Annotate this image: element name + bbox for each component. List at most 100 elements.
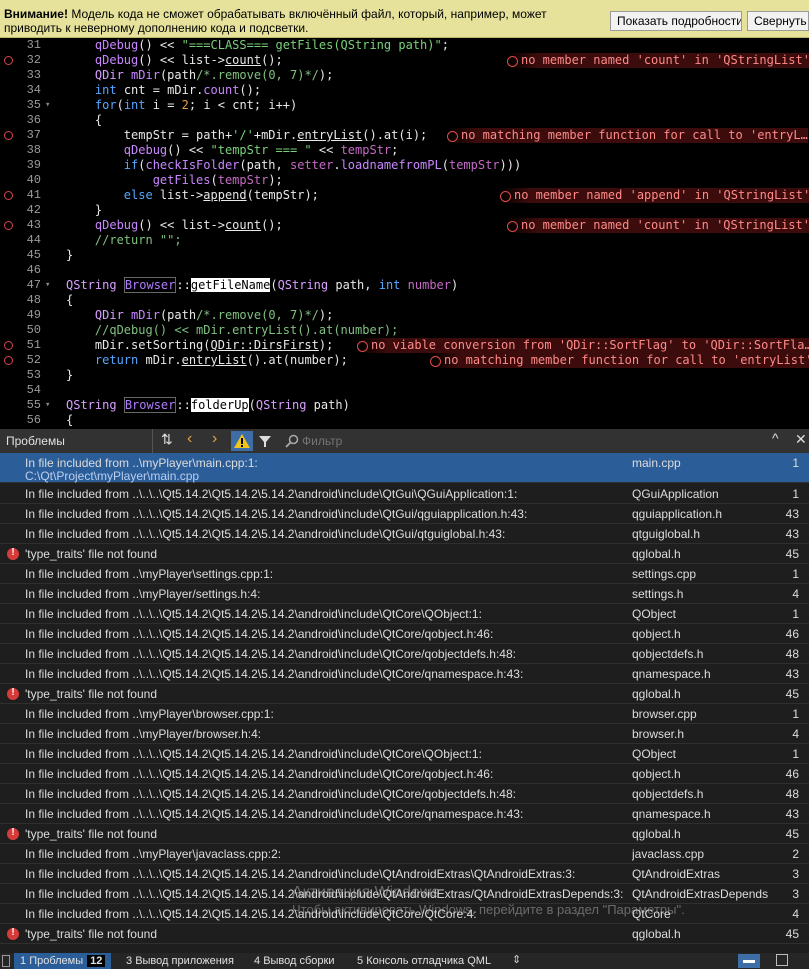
diagnostic-message: no matching member function for call to … [430,353,809,368]
tab-number: 3 [126,955,133,967]
code-line-41: 41 else list->append(tempStr); no member … [0,188,809,203]
tab-number: 5 [357,955,364,967]
problem-row[interactable]: In file included from ..\myPlayer\settin… [0,564,809,584]
sidebar-toggle-icon[interactable] [2,955,10,967]
problem-message: In file included from ..\myPlayer\browse… [25,707,274,721]
problem-message: In file included from ..\myPlayer/browse… [25,727,262,741]
code-editor[interactable]: 31 qDebug() << "===CLASS=== getFiles(QSt… [0,38,809,429]
problem-file: qtguiglobal.h [632,527,701,541]
problem-row[interactable]: In file included from ..\..\..\Qt5.14.2\… [0,784,809,804]
problem-file: main.cpp [632,456,681,470]
problem-message: In file included from ..\..\..\Qt5.14.2\… [25,867,576,881]
problem-row[interactable]: In file included from ..\..\..\Qt5.14.2\… [0,864,809,884]
problem-row[interactable]: 'type_traits' file not found qglobal.h 45 [0,824,809,844]
problem-line: 1 [792,456,799,470]
code-line-52: 52 return mDir.entryList().at(number); no… [0,353,809,368]
breakpoint-icon [4,341,13,350]
diagnostic-message: no matching member function for call to … [447,128,808,143]
problems-list[interactable]: In file included from ..\myPlayer\main.c… [0,453,809,953]
close-icon[interactable]: ✕ [795,431,807,448]
line-number: 55 [26,398,41,412]
problem-line: 1 [792,567,799,581]
problem-line: 46 [785,627,799,641]
problem-message: 'type_traits' file not found [25,687,157,701]
tab-qml-debugger-console[interactable]: 5 Консоль отладчика QML [351,953,497,969]
problem-message: In file included from ..\..\..\Qt5.14.2\… [25,767,494,781]
panel-title: Проблемы [6,434,65,448]
problem-row[interactable]: In file included from ..\..\..\Qt5.14.2\… [0,484,809,504]
collapse-warning-button[interactable]: Свернуть [747,11,809,31]
problem-message: In file included from ..\myPlayer/settin… [25,587,261,601]
line-number: 43 [26,218,41,232]
problem-line: 1 [792,607,799,621]
problem-row[interactable]: 'type_traits' file not found qglobal.h 45 [0,544,809,564]
problem-file: qnamespace.h [632,667,711,681]
sidebar-link-icon[interactable]: ⇅ [161,431,173,448]
breakpoint-icon [4,131,13,140]
problem-row[interactable]: In file included from ..\..\..\Qt5.14.2\… [0,524,809,544]
problem-line: 1 [792,747,799,761]
problem-file: settings.cpp [632,567,697,581]
prev-arrow-icon[interactable]: ‹ [187,430,192,448]
problem-row[interactable]: In file included from ..\..\..\Qt5.14.2\… [0,504,809,524]
line-number: 40 [26,173,41,187]
maximize-chevron-icon[interactable]: ^ [772,430,779,446]
problem-row[interactable]: In file included from ..\..\..\Qt5.14.2\… [0,604,809,624]
problem-row[interactable]: In file included from ..\..\..\Qt5.14.2\… [0,644,809,664]
problem-file: settings.h [632,587,684,601]
diagnostic-message: no member named 'append' in 'QStringList… [500,188,809,203]
problem-row[interactable]: In file included from ..\myPlayer/browse… [0,724,809,744]
code-line-44: 44 //return ""; [0,233,809,248]
filter-input[interactable] [302,432,502,450]
line-number: 54 [26,383,41,397]
code-line-31: 31 qDebug() << "===CLASS=== getFiles(QSt… [0,38,809,53]
filter-funnel-icon[interactable] [258,435,272,448]
problem-message: 'type_traits' file not found [25,547,157,561]
problem-row[interactable]: In file included from ..\myPlayer\javacl… [0,844,809,864]
tab-application-output[interactable]: 3 Вывод приложения [120,953,240,969]
show-details-button[interactable]: Показать подробности [610,11,742,31]
problem-row[interactable]: In file included from ..\..\..\Qt5.14.2\… [0,744,809,764]
problems-panel-header: Проблемы ⇅ ‹ › ^ ✕ [0,429,809,453]
problem-line: 48 [785,787,799,801]
problem-message: In file included from ..\myPlayer\settin… [25,567,274,581]
problem-file: QtAndroidExtrasDepends [632,887,769,901]
tab-label: Вывод сборки [263,955,335,967]
code-line-33: 33 QDir mDir(path/*.remove(0, 7)*/); [0,68,809,83]
problem-row[interactable]: 'type_traits' file not found qglobal.h 45 [0,924,809,944]
problem-row[interactable]: In file included from ..\myPlayer\browse… [0,704,809,724]
line-number: 34 [26,83,41,97]
toggle-output-pane-icon[interactable] [738,954,760,968]
diagnostic-message: no member named 'count' in 'QStringList' [507,218,809,233]
code-line-51: 51 mDir.setSorting(QDir::DirsFirst); no v… [0,338,809,353]
problem-row[interactable]: In file included from ..\..\..\Qt5.14.2\… [0,664,809,684]
problem-row[interactable]: In file included from ..\..\..\Qt5.14.2\… [0,764,809,784]
next-arrow-icon[interactable]: › [212,430,217,448]
line-number: 50 [26,323,41,337]
problem-line: 43 [785,667,799,681]
code-line-50: 50 //qDebug() << mDir.entryList().at(num… [0,323,809,338]
problem-message: In file included from ..\..\..\Qt5.14.2\… [25,487,518,501]
problem-row[interactable]: In file included from ..\myPlayer\main.c… [0,453,809,483]
problem-message: 'type_traits' file not found [25,827,157,841]
problem-line: 43 [785,527,799,541]
problem-row[interactable]: In file included from ..\..\..\Qt5.14.2\… [0,904,809,924]
problem-message: In file included from ..\..\..\Qt5.14.2\… [25,787,516,801]
tab-problems[interactable]: 1 Проблемы 12 [14,953,112,969]
problem-line: 1 [792,707,799,721]
problem-row[interactable]: In file included from ..\..\..\Qt5.14.2\… [0,804,809,824]
more-tabs-arrow-icon[interactable]: ⇕ [512,953,521,966]
warning-filter-toggle[interactable] [231,431,253,451]
line-number: 52 [26,353,41,367]
problem-row[interactable]: In file included from ..\myPlayer/settin… [0,584,809,604]
progress-details-icon[interactable] [776,954,788,966]
line-number: 46 [26,263,41,277]
tab-build-output[interactable]: 4 Вывод сборки [248,953,341,969]
problem-row[interactable]: In file included from ..\..\..\Qt5.14.2\… [0,624,809,644]
problem-row[interactable]: 'type_traits' file not found qglobal.h 45 [0,684,809,704]
problem-file: qguiapplication.h [632,507,723,521]
problem-file: qobjectdefs.h [632,787,704,801]
search-icon [285,434,299,448]
problem-row[interactable]: In file included from ..\..\..\Qt5.14.2\… [0,884,809,904]
problem-file: qglobal.h [632,827,681,841]
